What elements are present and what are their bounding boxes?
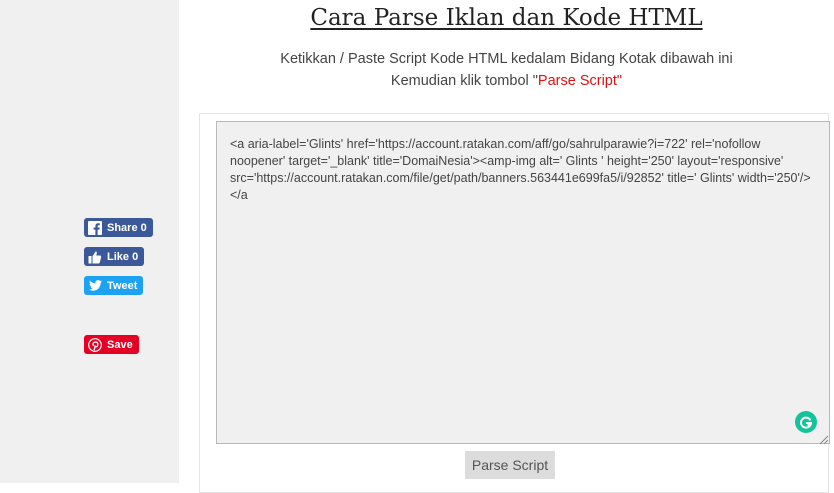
instruction-line-2: Kemudian klik tombol "Parse Script" xyxy=(179,73,834,89)
pinterest-save-label: Save xyxy=(107,338,133,351)
left-sidebar xyxy=(0,0,179,483)
thumbs-up-icon xyxy=(88,250,102,264)
facebook-like-button[interactable]: Like 0 xyxy=(84,247,145,266)
twitter-bird-icon xyxy=(88,279,102,293)
facebook-icon xyxy=(88,220,102,235)
facebook-share-label: Share 0 xyxy=(107,221,147,234)
facebook-share-button[interactable]: Share 0 xyxy=(84,218,153,237)
facebook-like-label: Like 0 xyxy=(107,250,139,263)
tweet-button[interactable]: Tweet xyxy=(84,276,144,295)
pinterest-icon xyxy=(88,337,102,352)
html-script-textarea[interactable]: <a aria-label='Glints' href='https://acc… xyxy=(216,121,830,444)
resize-grip-icon[interactable] xyxy=(818,432,829,445)
instruction-line-1: Ketikkan / Paste Script Kode HTML kedala… xyxy=(280,51,733,67)
grammarly-icon[interactable] xyxy=(795,411,817,433)
parse-script-button[interactable]: Parse Script xyxy=(465,451,555,479)
page-title: Cara Parse Iklan dan Kode HTML xyxy=(310,5,703,31)
parse-script-highlight: Parse Script xyxy=(537,73,617,89)
tweet-label: Tweet xyxy=(107,279,138,292)
instruction-suffix: " xyxy=(616,73,623,89)
pinterest-save-button[interactable]: Save xyxy=(84,335,139,354)
instruction-prefix: Kemudian klik tombol " xyxy=(390,73,538,89)
